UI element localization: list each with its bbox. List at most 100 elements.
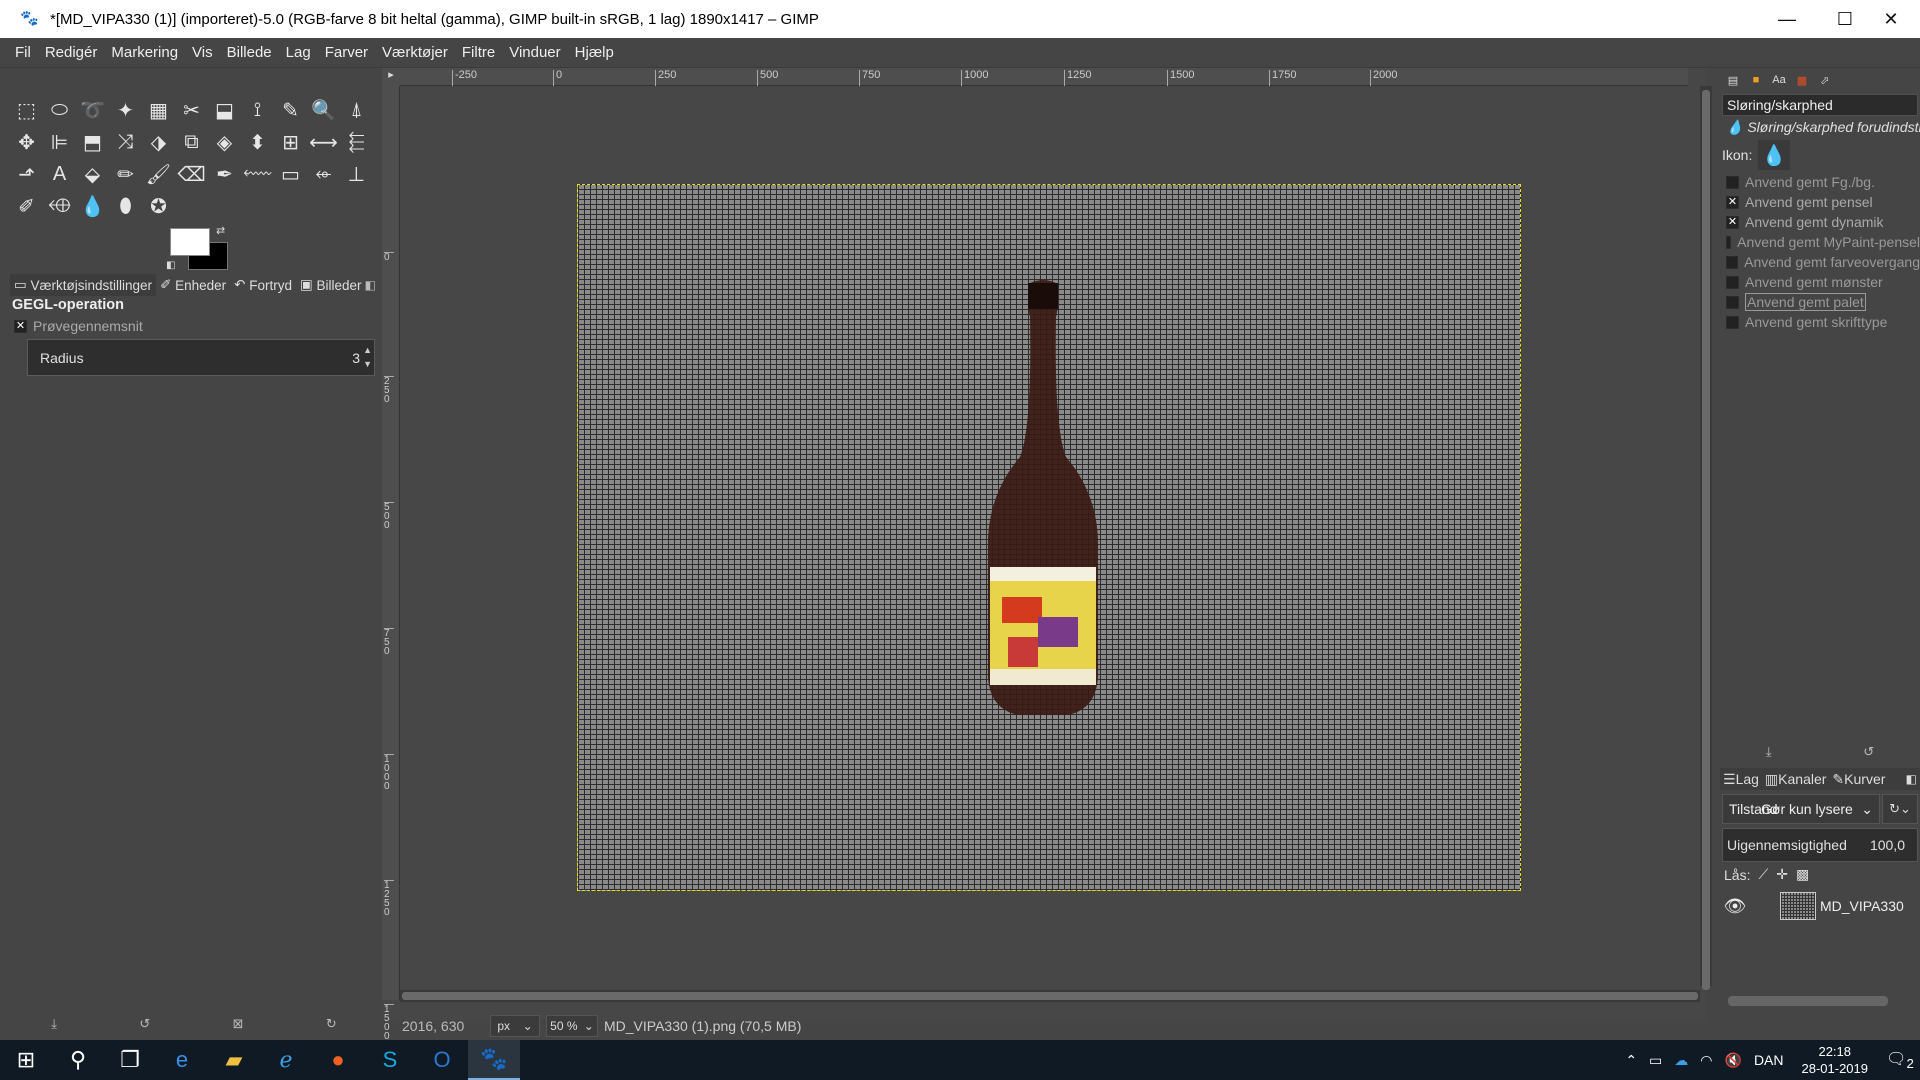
tool-button-17-icon[interactable]: ◈ [208, 126, 241, 158]
tool-button-1-icon[interactable]: ⬭ [43, 94, 76, 126]
tool-button-31-icon[interactable]: ⬰ [307, 158, 340, 190]
zoom-select[interactable]: 50 % ⌄ [546, 1015, 598, 1037]
tool-button-33-icon[interactable]: ✐ [10, 190, 43, 222]
tool-button-16-icon[interactable]: ⧉ [175, 126, 208, 158]
preset-name-input[interactable]: Sløring/skarphed [1722, 94, 1918, 116]
tool-button-2-icon[interactable]: ➰ [76, 94, 109, 126]
menu-billede[interactable]: Billede [220, 44, 279, 61]
preset-option-fg-bg[interactable]: Anvend gemt Fg./bg. [1726, 172, 1920, 192]
checkbox[interactable]: ✕ [1726, 215, 1739, 229]
tool-button-4-icon[interactable]: ▦ [142, 94, 175, 126]
tool-button-27-icon[interactable]: ⌫ [175, 158, 208, 190]
tool-button-19-icon[interactable]: ⊞ [274, 126, 307, 158]
menu-vaerktojer[interactable]: Værktøjer [375, 44, 455, 61]
menu-markering[interactable]: Markering [104, 44, 185, 61]
close-button[interactable]: ✕ [1862, 0, 1920, 38]
task-view-icon[interactable]: ❐ [104, 1040, 156, 1080]
vertical-ruler[interactable]: 0 250 500 750 1000 1250 1500 [382, 86, 400, 1042]
battery-icon[interactable]: ▭ [1649, 1052, 1662, 1069]
windows-start-icon[interactable]: ⊞ [0, 1040, 52, 1080]
layer-row[interactable]: 👁 MD_VIPA330 [1720, 886, 1920, 926]
lock-alpha-icon[interactable]: ▩ [1796, 866, 1809, 883]
tab-tool-options[interactable]: ▭ Værktøjsindstillinger [10, 274, 157, 296]
reset-colors-icon[interactable]: ◧ [166, 260, 175, 271]
outlook-icon[interactable]: O [416, 1040, 468, 1080]
tool-button-21-icon[interactable]: ⬱ [340, 126, 373, 158]
tab-channels[interactable]: ▥Kanaler [1762, 771, 1830, 788]
tab-undo[interactable]: ↶ Fortryd [230, 274, 296, 296]
language-indicator[interactable]: DAN [1754, 1052, 1784, 1068]
tool-button-34-icon[interactable]: ⬲ [43, 190, 76, 222]
horizontal-scrollbar[interactable] [400, 990, 1700, 1002]
checkbox[interactable] [1726, 175, 1739, 189]
restore-preset-icon[interactable]: ↺ [1863, 744, 1874, 760]
menu-vinduer[interactable]: Vinduer [502, 44, 567, 61]
dock-menu-icon[interactable]: ◧ [365, 278, 376, 292]
tool-button-9-icon[interactable]: 🔍 [307, 94, 340, 126]
radius-spin-arrows-icon[interactable]: ▲ ▼ [363, 343, 372, 371]
tool-button-20-icon[interactable]: ⟷ [307, 126, 340, 158]
sampling-checkbox[interactable]: ✕ [14, 319, 27, 333]
checkbox[interactable] [1726, 235, 1732, 249]
preset-drop-icon[interactable]: 💧 [1758, 140, 1791, 170]
tool-button-28-icon[interactable]: ✒ [208, 158, 241, 190]
tool-button-32-icon[interactable]: ⊥ [340, 158, 373, 190]
gimp-taskbar-icon[interactable]: 🐾 [468, 1040, 520, 1080]
tool-button-6-icon[interactable]: ⬓ [208, 94, 241, 126]
checkbox[interactable] [1726, 255, 1739, 269]
opacity-value[interactable]: 100,0 [1870, 837, 1905, 853]
tool-button-3-icon[interactable]: ✦ [109, 94, 142, 126]
sampling-checkbox-row[interactable]: ✕ Prøvegennemsnit [14, 318, 143, 334]
radius-value[interactable]: 3 [352, 350, 360, 366]
menu-vis[interactable]: Vis [185, 44, 220, 61]
tab-devices[interactable]: ✐ Enheder [156, 274, 230, 296]
vertical-scroll-thumb[interactable] [1702, 90, 1710, 990]
preset-option-mypaint[interactable]: Anvend gemt MyPaint-pensel [1726, 232, 1920, 252]
layers-scrollbar[interactable] [1728, 996, 1888, 1006]
mode-reset-button[interactable]: ↻⌄ [1882, 794, 1918, 824]
foreground-color-swatch[interactable] [170, 228, 210, 256]
menu-filtre[interactable]: Filtre [455, 44, 502, 61]
tool-button-37-icon[interactable]: ✪ [142, 190, 175, 222]
skype-icon[interactable]: S [364, 1040, 416, 1080]
vertical-scrollbar[interactable] [1700, 86, 1712, 990]
menu-farver[interactable]: Farver [318, 44, 375, 61]
notifications-icon[interactable]: 🗨2 [1880, 1049, 1920, 1071]
tool-button-25-icon[interactable]: ✏ [109, 158, 142, 190]
preset-option-dynamics[interactable]: ✕ Anvend gemt dynamik [1726, 212, 1920, 232]
tool-button-8-icon[interactable]: ✎ [274, 94, 307, 126]
horizontal-scroll-thumb[interactable] [402, 992, 1698, 1000]
preset-option-palette[interactable]: Anvend gemt palet [1726, 292, 1920, 312]
tool-button-0-icon[interactable]: ⬚ [10, 94, 43, 126]
lock-pixels-icon[interactable]: ⟋ [1758, 866, 1768, 883]
onedrive-icon[interactable]: ☁ [1674, 1052, 1688, 1069]
tool-button-26-icon[interactable]: 🖌 [142, 158, 175, 190]
minimize-button[interactable]: — [1758, 0, 1816, 38]
checkbox[interactable] [1726, 275, 1739, 289]
tool-button-7-icon[interactable]: ⟟ [241, 94, 274, 126]
file-explorer-icon[interactable]: ▰ [208, 1040, 260, 1080]
lock-position-icon[interactable]: ✛ [1776, 866, 1788, 883]
tool-button-18-icon[interactable]: ⬍ [241, 126, 274, 158]
layer-mode-select[interactable]: Tilstand Gør kun lysere ⌄ [1722, 794, 1880, 824]
tool-button-36-icon[interactable]: ⬮ [109, 190, 142, 222]
save-preset-icon[interactable]: ⤓ [1766, 744, 1772, 760]
preset-option-brush[interactable]: ✕ Anvend gemt pensel [1726, 192, 1920, 212]
image-canvas[interactable] [577, 184, 1521, 891]
preset-option-gradient[interactable]: Anvend gemt farveovergang [1726, 252, 1920, 272]
tab-tool-presets-icon[interactable]: ▤ [1723, 71, 1743, 89]
tab-paths[interactable]: ✎Kurver [1829, 771, 1888, 788]
swap-colors-icon[interactable]: ⇄ [216, 224, 225, 237]
tab-palette-icon[interactable]: ■ [1746, 71, 1766, 89]
tool-button-29-icon[interactable]: ⬳ [241, 158, 274, 190]
menu-fil[interactable]: Fil [8, 44, 38, 61]
chevron-up-icon[interactable]: ⌃ [1625, 1052, 1637, 1069]
reset-options-icon[interactable]: ↻ [326, 1016, 337, 1036]
tool-button-12-icon[interactable]: ⊫ [43, 126, 76, 158]
horizontal-ruler[interactable]: -250 0 250 500 750 1000 1250 1500 1750 2… [400, 68, 1688, 86]
tool-button-23-icon[interactable]: A [43, 158, 76, 190]
tool-button-5-icon[interactable]: ✂ [175, 94, 208, 126]
ruler-corner-icon[interactable]: ▸ [382, 68, 400, 86]
tab-fonts-icon[interactable]: Aa [1769, 71, 1789, 89]
search-icon[interactable]: ⚲ [52, 1040, 104, 1080]
